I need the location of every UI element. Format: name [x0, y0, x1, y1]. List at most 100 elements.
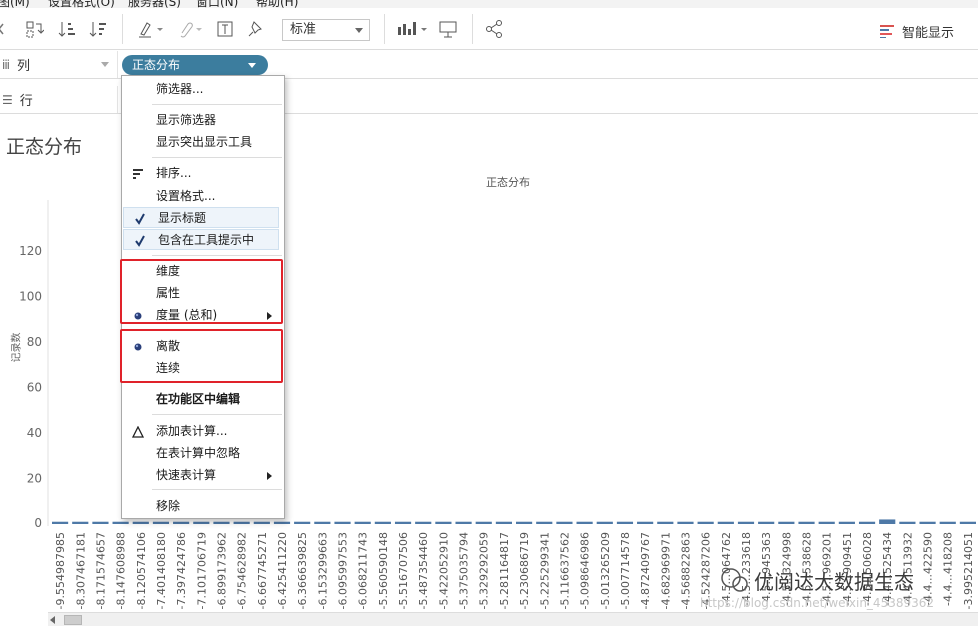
mark-size-select[interactable]: 标准 [282, 19, 370, 41]
bar[interactable] [435, 521, 452, 524]
bar[interactable] [152, 521, 170, 524]
scroll-left-icon[interactable] [50, 616, 55, 624]
bar[interactable] [596, 521, 613, 524]
field-pill[interactable]: 正态分布 [122, 55, 268, 75]
chevron-down-icon[interactable] [101, 62, 109, 67]
x-tick-label: -6.095997553 [337, 532, 350, 609]
menu-item[interactable]: 设置格式... [122, 186, 284, 207]
wechat-icon [721, 567, 748, 592]
y-tick-label: 80 [27, 335, 42, 349]
bar[interactable] [132, 521, 149, 524]
bar[interactable] [838, 521, 855, 524]
bar[interactable] [858, 521, 876, 524]
bar[interactable] [576, 521, 593, 524]
mark-size-select-value: 标准 [290, 22, 317, 37]
menu-item[interactable]: 包含在工具提示中 [123, 229, 279, 250]
pin-icon[interactable] [244, 17, 268, 41]
x-tick-label: -8.120574106 [135, 532, 148, 609]
menu-item[interactable]: 移除 [122, 496, 284, 517]
menu-server[interactable]: 服务器(S) [128, 0, 181, 8]
bar[interactable] [374, 521, 391, 524]
sort-icon [128, 163, 148, 184]
bar[interactable] [899, 521, 916, 524]
bar[interactable] [455, 521, 472, 524]
attach-icon[interactable] [172, 17, 206, 41]
bar[interactable] [778, 521, 795, 524]
sort-ascending-icon[interactable] [55, 17, 79, 41]
menu-window[interactable]: 窗口(N) [196, 0, 238, 8]
menu-item[interactable]: 排序... [122, 163, 284, 184]
menu-help[interactable]: 帮助(H) [256, 0, 298, 8]
menu-item[interactable]: 快速表计算 [122, 465, 284, 486]
scrollbar-thumb[interactable] [64, 615, 82, 625]
bar[interactable] [415, 521, 432, 524]
menu-item[interactable]: 显示筛选器 [122, 110, 284, 131]
bar[interactable] [818, 521, 835, 524]
bar[interactable] [616, 521, 634, 524]
bar[interactable] [717, 521, 734, 524]
bar[interactable] [677, 521, 694, 524]
menu-item[interactable]: 在功能区中编辑 [122, 389, 284, 410]
bar[interactable] [637, 521, 654, 524]
menu-map[interactable]: 图(M) [0, 0, 30, 8]
bar[interactable] [173, 521, 190, 524]
toolbar-separator [472, 14, 473, 44]
highlight-box-role [120, 259, 283, 324]
bar[interactable] [516, 521, 533, 524]
swap-rows-columns-icon[interactable] [22, 17, 46, 41]
bar[interactable] [798, 521, 815, 524]
bar[interactable] [394, 521, 412, 524]
bar[interactable] [536, 521, 553, 524]
x-tick-label: -4.568822863 [679, 532, 692, 609]
show-labels-icon[interactable] [394, 17, 430, 41]
share-icon[interactable] [482, 17, 506, 41]
show-me-button[interactable]: 智能显示 [880, 21, 954, 41]
bar[interactable] [475, 521, 492, 524]
bar[interactable] [294, 521, 311, 524]
bar[interactable] [92, 521, 109, 524]
sort-descending-icon[interactable] [86, 17, 110, 41]
horizontal-scrollbar[interactable] [48, 612, 978, 626]
menu-item[interactable]: 显示突出显示工具 [122, 132, 284, 153]
bar[interactable] [959, 521, 976, 524]
bar[interactable] [556, 521, 573, 524]
toolbar-prev-icon[interactable] [0, 17, 8, 41]
menu-item[interactable]: 在表计算中忽略 [122, 443, 284, 464]
bar[interactable] [657, 521, 674, 524]
bar[interactable] [233, 521, 250, 524]
bar[interactable] [52, 521, 69, 524]
bar[interactable] [354, 521, 371, 524]
bar[interactable] [253, 521, 270, 524]
x-tick-label: -5.013265209 [599, 532, 612, 609]
bar[interactable] [334, 521, 351, 524]
bar[interactable] [112, 521, 129, 524]
presentation-mode-icon[interactable] [436, 17, 460, 41]
y-tick-label: 0 [34, 516, 42, 530]
bar[interactable] [697, 521, 714, 524]
bar[interactable] [758, 521, 775, 524]
text-label-icon[interactable] [213, 17, 237, 41]
menu-format[interactable]: 设置格式(O) [48, 0, 115, 8]
bar[interactable] [72, 521, 89, 524]
bar[interactable] [273, 521, 291, 524]
bar[interactable] [314, 521, 331, 524]
menu-item[interactable]: 添加表计算... [122, 421, 284, 442]
menu-item-label: 显示标题 [158, 211, 207, 225]
bar[interactable] [737, 521, 755, 524]
menu-item[interactable]: 筛选器... [122, 79, 284, 100]
bar[interactable] [919, 521, 936, 524]
x-tick-label: -6.068211743 [357, 532, 370, 609]
bar[interactable] [879, 519, 896, 524]
bar[interactable] [193, 521, 210, 524]
y-tick-label: 100 [19, 289, 42, 303]
x-tick-label: -5.007714578 [619, 532, 632, 609]
bar[interactable] [213, 521, 230, 524]
x-tick-label: -5.560590148 [377, 532, 390, 609]
highlight-icon[interactable] [133, 17, 167, 41]
bar[interactable] [495, 521, 512, 524]
bar[interactable] [939, 521, 956, 524]
x-tick-label: -4.4...422590 [922, 532, 935, 606]
x-tick-label: -5.098646986 [579, 532, 592, 609]
menu-item[interactable]: 显示标题 [123, 207, 279, 228]
chevron-down-icon[interactable] [248, 63, 256, 68]
